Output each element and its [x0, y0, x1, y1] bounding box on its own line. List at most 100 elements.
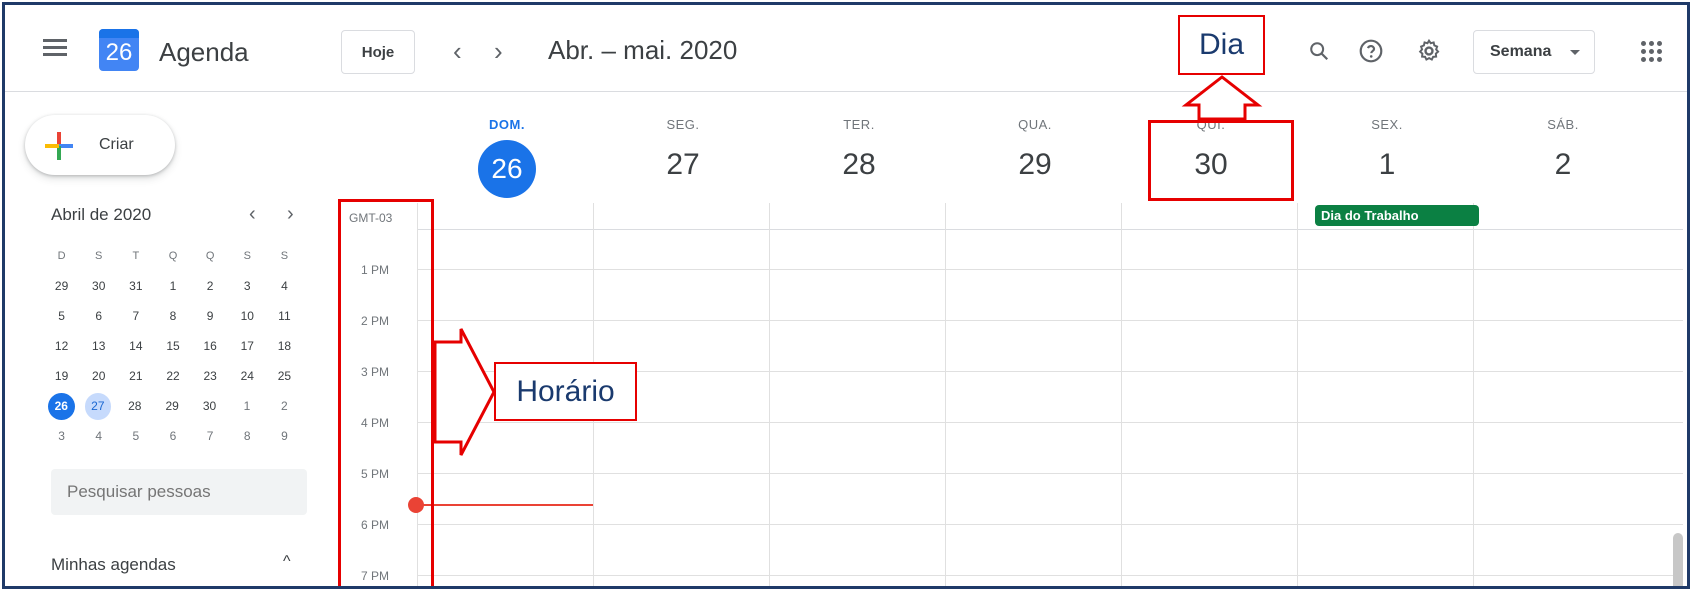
- day-name: TER.: [843, 117, 875, 132]
- calendar-window: 26 Agenda Hoje ‹ › Abr. – mai. 2020 Sema…: [2, 2, 1690, 589]
- hour-line: [417, 524, 1683, 525]
- my-calendars-label: Minhas agendas: [51, 555, 176, 574]
- day-header-sat[interactable]: SÁB. 2: [1475, 117, 1651, 182]
- mini-calendar-week: 12 13 14 15 16 17 18: [43, 331, 303, 361]
- mini-calendar-day[interactable]: 20: [80, 363, 117, 390]
- hamburger-menu-icon[interactable]: [43, 39, 67, 57]
- mini-calendar-day[interactable]: 4: [266, 273, 303, 300]
- day-number[interactable]: 1: [1299, 148, 1475, 182]
- mini-calendar-today[interactable]: 26: [48, 392, 75, 420]
- mini-calendar-day[interactable]: 5: [117, 423, 154, 450]
- prev-week-button[interactable]: ‹: [453, 38, 462, 64]
- day-name: SÁB.: [1547, 117, 1579, 132]
- create-button[interactable]: Criar: [25, 115, 175, 175]
- search-icon[interactable]: [1305, 37, 1333, 65]
- weekday-header: Q: [205, 250, 215, 262]
- day-header-wed[interactable]: QUA. 29: [947, 117, 1123, 182]
- mini-calendar-day[interactable]: 23: [192, 363, 229, 390]
- day-number[interactable]: 27: [595, 148, 771, 182]
- mini-calendar-week: 19 20 21 22 23 24 25: [43, 361, 303, 391]
- apps-grid-icon[interactable]: [1641, 41, 1663, 63]
- mini-calendar-day[interactable]: 9: [192, 303, 229, 330]
- mini-calendar-day[interactable]: 3: [43, 423, 80, 450]
- mini-calendar-day[interactable]: 7: [117, 303, 154, 330]
- day-name: DOM.: [489, 117, 525, 132]
- hour-line: [417, 575, 1683, 576]
- mini-calendar-day[interactable]: 28: [116, 393, 153, 420]
- all-day-event[interactable]: Dia do Trabalho: [1315, 205, 1479, 226]
- mini-calendar-day[interactable]: 19: [43, 363, 80, 390]
- day-header-fri[interactable]: SEX. 1: [1299, 117, 1475, 182]
- mini-calendar-day[interactable]: 2: [266, 393, 303, 420]
- view-selector[interactable]: Semana: [1473, 30, 1595, 74]
- day-number[interactable]: 29: [947, 148, 1123, 182]
- day-name: SEX.: [1371, 117, 1403, 132]
- search-people-input[interactable]: [51, 469, 307, 515]
- today-day-number[interactable]: 26: [478, 140, 536, 198]
- weekday-header: S: [95, 250, 103, 262]
- weekday-header: T: [132, 250, 140, 262]
- mini-calendar-day[interactable]: 4: [80, 423, 117, 450]
- day-number[interactable]: 28: [771, 148, 947, 182]
- plus-icon: [45, 132, 73, 160]
- day-number[interactable]: 2: [1475, 148, 1651, 182]
- scrollbar-thumb[interactable]: [1673, 533, 1683, 586]
- hour-line: [417, 422, 1683, 423]
- mini-calendar-day[interactable]: 29: [154, 393, 191, 420]
- mini-calendar-day[interactable]: 29: [43, 273, 80, 300]
- column-divider: [1297, 203, 1298, 586]
- day-name: SEG.: [666, 117, 700, 132]
- weekday-header: S: [243, 250, 251, 262]
- mini-calendar-day[interactable]: 24: [229, 363, 266, 390]
- view-selector-label: Semana: [1490, 43, 1552, 60]
- column-divider: [945, 203, 946, 586]
- mini-calendar: D S T Q Q S S 29 30 31 1 2 3 4 5 6 7 8 9…: [43, 241, 303, 451]
- next-week-button[interactable]: ›: [494, 38, 503, 64]
- mini-calendar-day[interactable]: 30: [191, 393, 228, 420]
- chevron-up-icon[interactable]: ^: [283, 553, 291, 571]
- mini-calendar-day[interactable]: 5: [43, 303, 80, 330]
- day-header-sun[interactable]: DOM. 26: [419, 117, 595, 198]
- mini-calendar-day[interactable]: 12: [43, 333, 80, 360]
- mini-calendar-day[interactable]: 6: [154, 423, 191, 450]
- day-header-tue[interactable]: TER. 28: [771, 117, 947, 182]
- mini-calendar-day[interactable]: 14: [117, 333, 154, 360]
- chevron-down-icon: [1570, 50, 1580, 55]
- mini-calendar-day[interactable]: 15: [154, 333, 191, 360]
- mini-calendar-day[interactable]: 11: [266, 303, 303, 330]
- mini-calendar-day[interactable]: 22: [154, 363, 191, 390]
- mini-calendar-day[interactable]: 9: [266, 423, 303, 450]
- help-icon[interactable]: [1357, 37, 1385, 65]
- mini-calendar-selected-day[interactable]: 27: [84, 392, 112, 420]
- mini-calendar-day[interactable]: 13: [80, 333, 117, 360]
- mini-calendar-day[interactable]: 8: [154, 303, 191, 330]
- mini-calendar-day[interactable]: 6: [80, 303, 117, 330]
- mini-calendar-day[interactable]: 25: [266, 363, 303, 390]
- mini-calendar-day[interactable]: 18: [266, 333, 303, 360]
- gear-icon[interactable]: [1415, 37, 1443, 65]
- today-button[interactable]: Hoje: [341, 30, 415, 74]
- mini-calendar-day[interactable]: 17: [229, 333, 266, 360]
- weekday-header: S: [280, 250, 289, 262]
- mini-calendar-day[interactable]: 8: [229, 423, 266, 450]
- mini-calendar-day[interactable]: 30: [80, 273, 117, 300]
- mini-calendar-next-button[interactable]: ›: [287, 203, 294, 226]
- mini-calendar-week: 5 6 7 8 9 10 11: [43, 301, 303, 331]
- mini-calendar-prev-button[interactable]: ‹: [249, 203, 256, 226]
- mini-calendar-day[interactable]: 21: [117, 363, 154, 390]
- all-day-divider: [417, 229, 1683, 230]
- hour-line: [417, 320, 1683, 321]
- mini-calendar-day[interactable]: 7: [192, 423, 229, 450]
- mini-calendar-day[interactable]: 31: [117, 273, 154, 300]
- day-header-mon[interactable]: SEG. 27: [595, 117, 771, 182]
- mini-calendar-day[interactable]: 1: [154, 273, 191, 300]
- day-header-highlight: [1148, 120, 1294, 201]
- mini-calendar-week: 26 27 28 29 30 1 2: [43, 391, 303, 421]
- mini-calendar-day[interactable]: 3: [229, 273, 266, 300]
- mini-calendar-day[interactable]: 10: [229, 303, 266, 330]
- mini-calendar-day[interactable]: 2: [192, 273, 229, 300]
- mini-calendar-day[interactable]: 1: [228, 393, 265, 420]
- mini-calendar-week: 3 4 5 6 7 8 9: [43, 421, 303, 451]
- hour-line: [417, 473, 1683, 474]
- mini-calendar-day[interactable]: 16: [192, 333, 229, 360]
